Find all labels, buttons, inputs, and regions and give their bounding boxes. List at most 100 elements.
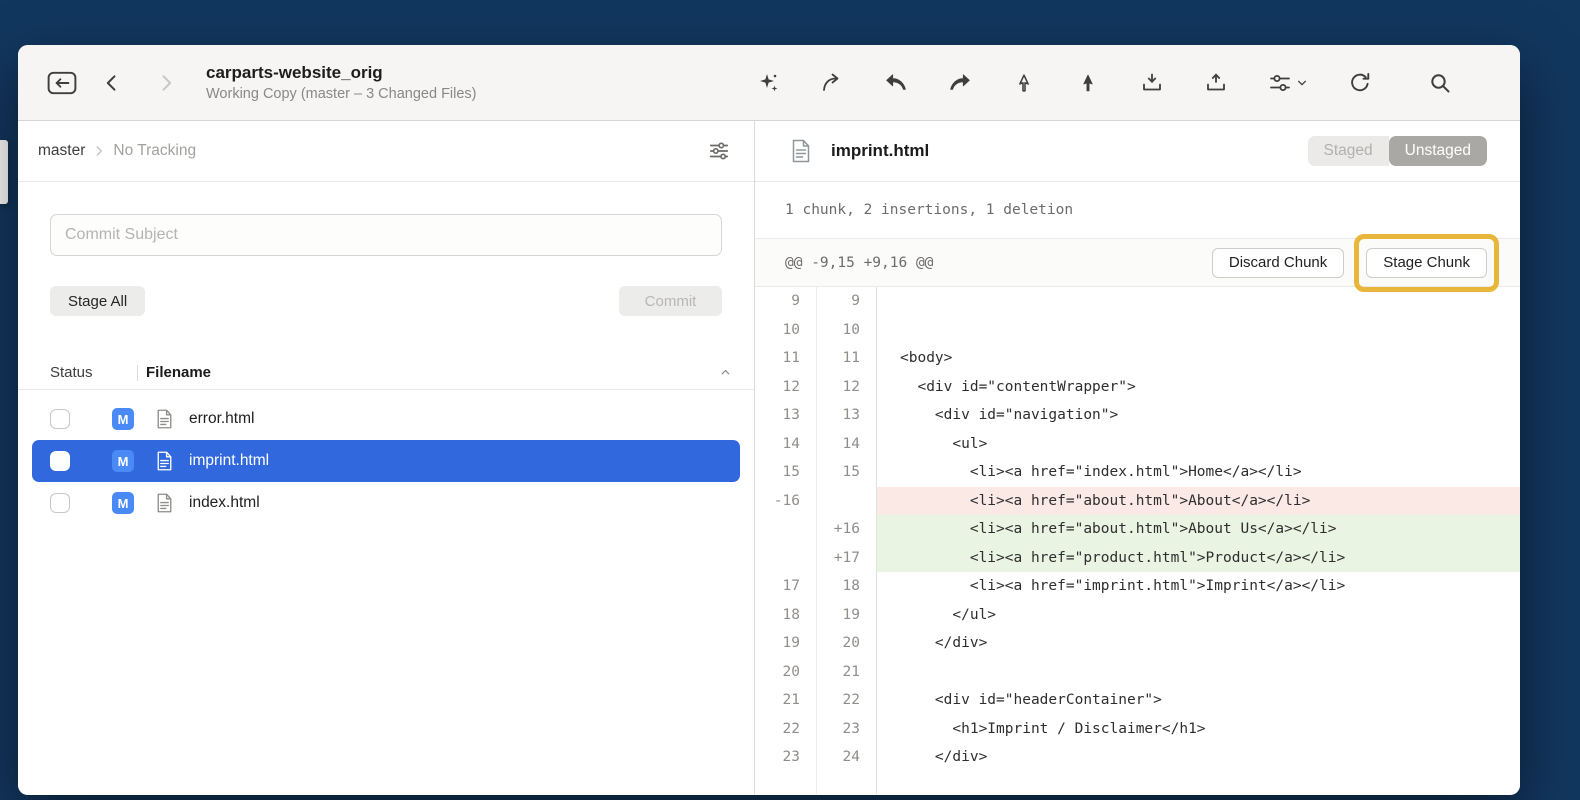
diff-line[interactable]: 14 14 <ul> [755,430,1520,459]
back-button[interactable] [92,63,132,103]
cursor-up-filled-icon [1077,72,1099,94]
pull-button[interactable] [876,63,916,103]
document-icon [791,139,811,163]
file-list: M error.html M imprint.html M index.html [18,390,754,524]
refresh-icon [1348,71,1372,95]
breadcrumb-branch[interactable]: master [38,142,85,160]
stage-chunk-button[interactable]: Stage Chunk [1366,248,1487,278]
reset-button[interactable] [1068,63,1108,103]
toolbar: carparts-website_orig Working Copy (mast… [18,45,1520,121]
tab-staged[interactable]: Staged [1308,136,1389,166]
status-badge: M [112,408,134,430]
new-line-number: 11 [816,350,876,366]
diff-file-name: imprint.html [831,141,929,161]
window-title: carparts-website_orig [206,63,477,83]
stage-chunk-wrap: Stage Chunk [1366,248,1487,278]
old-line-number: 13 [755,407,816,423]
forward-button[interactable] [146,63,186,103]
sliders-icon [1268,71,1292,95]
diff-line[interactable]: 21 22 <div id="headerContainer"> [755,686,1520,715]
push-arrow-icon [948,71,972,95]
workflow-button[interactable] [1260,63,1316,103]
line-text: <li><a href="index.html">Home</a></li> [876,458,1520,487]
new-line-number: 18 [816,578,876,594]
diff-line[interactable]: 19 20 </div> [755,629,1520,658]
file-row[interactable]: M imprint.html [32,440,740,482]
old-line-number: 15 [755,464,816,480]
diff-line[interactable]: +17 <li><a href="product.html">Product</… [755,544,1520,573]
old-line-number: 11 [755,350,816,366]
branch-breadcrumb: master No Tracking [18,121,754,182]
sparkles-icon [756,71,780,95]
status-column-header[interactable]: Status [50,364,137,381]
commit-button[interactable]: Commit [619,286,722,316]
tab-unstaged[interactable]: Unstaged [1389,136,1487,166]
sidebar-toggle-icon [47,71,77,95]
stash-button[interactable] [1132,63,1172,103]
stage-all-button[interactable]: Stage All [50,286,145,316]
stash-tray-up-icon [1204,71,1228,95]
breadcrumb-tracking[interactable]: No Tracking [113,142,196,160]
window-title-block: carparts-website_orig Working Copy (mast… [206,63,477,102]
old-line-number: 20 [755,664,816,680]
commit-panel: master No Tracking Stage All Commit [18,121,755,794]
diff-line[interactable]: 20 21 [755,658,1520,687]
filename-column-header[interactable]: Filename [146,364,211,381]
search-button[interactable] [1420,63,1460,103]
diff-line[interactable]: 23 24 </div> [755,743,1520,772]
refresh-button[interactable] [1340,63,1380,103]
diff-line[interactable]: 17 18 <li><a href="imprint.html">Imprint… [755,572,1520,601]
push-button[interactable] [940,63,980,103]
diff-line[interactable]: 18 19 </ul> [755,601,1520,630]
diff-lines: 9 9 10 10 11 11 <body> 12 12 <div id="co… [755,287,1520,794]
diff-line[interactable]: 22 23 <h1>Imprint / Disclaimer</h1> [755,715,1520,744]
new-line-number: 21 [816,664,876,680]
diff-line[interactable]: 12 12 <div id="contentWrapper"> [755,373,1520,402]
stage-checkbox[interactable] [50,451,70,471]
file-table-header: Status Filename [18,356,754,390]
apply-stash-button[interactable] [1196,63,1236,103]
diff-panel: imprint.html Staged Unstaged 1 chunk, 2 … [755,121,1520,794]
chunk-header: @@ -9,15 +9,16 @@ Discard Chunk Stage Ch… [755,239,1520,287]
old-line-number: 21 [755,692,816,708]
file-row[interactable]: M error.html [18,398,754,440]
navigation-group [92,63,186,103]
file-row[interactable]: M index.html [18,482,754,524]
stage-checkbox[interactable] [50,493,70,513]
commit-subject-area [18,182,754,256]
diff-line[interactable]: 13 13 <div id="navigation"> [755,401,1520,430]
sort-chevron-up-icon[interactable] [719,366,732,379]
stage-checkbox[interactable] [50,409,70,429]
diff-line[interactable]: 9 9 [755,287,1520,316]
file-name: error.html [189,410,254,428]
background-window-edge [0,140,8,204]
filter-button[interactable] [708,140,730,162]
commit-subject-input[interactable] [50,214,722,256]
diff-line[interactable]: -16 <li><a href="about.html">About</a></… [755,487,1520,516]
chunk-range: @@ -9,15 +9,16 @@ [785,255,933,271]
new-line-number: 10 [816,322,876,338]
old-line-number: 19 [755,635,816,651]
line-text: </div> [876,629,1520,658]
diff-line[interactable]: +16 <li><a href="about.html">About Us</a… [755,515,1520,544]
diff-line[interactable]: 11 11 <body> [755,344,1520,373]
old-line-number: -16 [755,493,816,509]
search-icon [1428,71,1452,95]
sidebar-toggle-button[interactable] [42,63,82,103]
discard-chunk-button[interactable]: Discard Chunk [1212,248,1344,278]
gutter-divider-2 [876,287,877,794]
new-line-number: 13 [816,407,876,423]
diff-line[interactable]: 15 15 <li><a href="index.html">Home</a><… [755,458,1520,487]
quick-actions-button[interactable] [748,63,788,103]
line-text: <div id="contentWrapper"> [876,373,1520,402]
checkout-button[interactable] [1004,63,1044,103]
old-line-number: 23 [755,749,816,765]
status-badge: M [112,450,134,472]
new-line-number: 9 [816,293,876,309]
fetch-button[interactable] [812,63,852,103]
file-name: imprint.html [189,452,269,470]
new-line-number: 15 [816,464,876,480]
chevron-down-icon [1296,77,1308,89]
diff-line[interactable]: 10 10 [755,316,1520,345]
line-text: <ul> [876,430,1520,459]
